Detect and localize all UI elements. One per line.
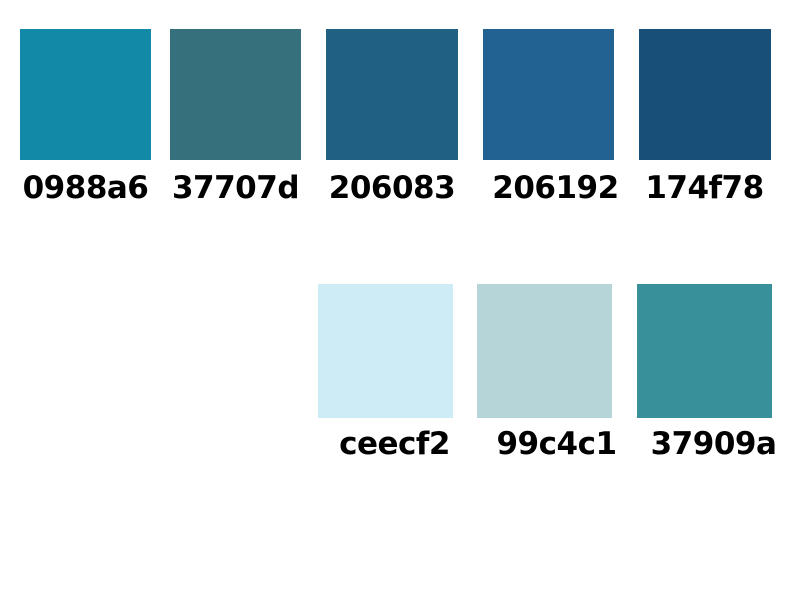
color-code-label: 206083	[328, 170, 456, 206]
color-swatch-99c4c1	[477, 284, 612, 418]
color-swatch-ceecf2	[318, 284, 453, 418]
color-swatch-174f78	[639, 29, 771, 160]
color-code-label: ceecf2	[339, 426, 450, 462]
color-swatch-206083	[326, 29, 458, 160]
color-code-label: 206192	[492, 170, 619, 206]
color-code-label: 37707d	[171, 170, 300, 206]
color-code-label: 37909a	[650, 426, 777, 462]
color-swatch-0988a6	[20, 29, 151, 160]
color-swatch-37909a	[637, 284, 772, 418]
color-code-label: 174f78	[645, 170, 764, 206]
color-swatch-206192	[483, 29, 614, 160]
color-swatch-37707d	[170, 29, 301, 160]
color-code-label: 99c4c1	[496, 426, 617, 462]
color-code-label: 0988a6	[22, 170, 149, 206]
